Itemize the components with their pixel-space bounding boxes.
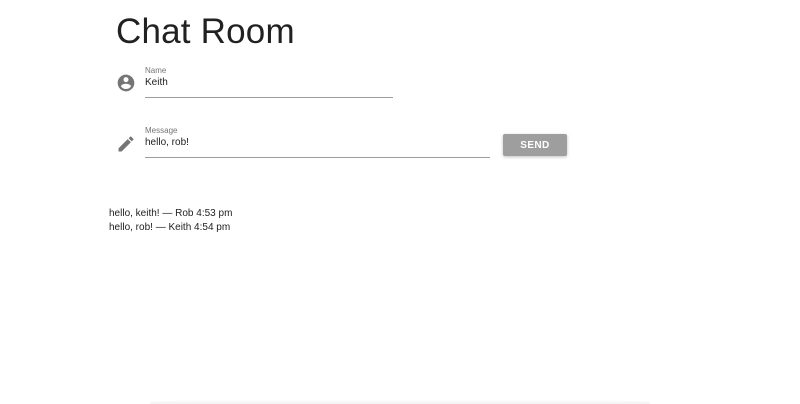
account-circle-icon [116, 73, 136, 93]
message-field: Message [145, 126, 490, 160]
message-item: hello, keith! — Rob 4:53 pm [109, 208, 233, 219]
pencil-icon [116, 134, 136, 154]
message-field-label: Message [145, 126, 178, 135]
name-field-underline [145, 97, 393, 98]
message-field-underline [145, 157, 490, 158]
bottom-edge-shadow [150, 399, 650, 404]
message-item: hello, rob! — Keith 4:54 pm [109, 222, 231, 233]
name-field-label: Name [145, 66, 167, 75]
name-field: Name [145, 66, 393, 100]
message-list: hello, keith! — Rob 4:53 pm hello, rob! … [109, 207, 232, 235]
send-button[interactable]: SEND [503, 134, 567, 156]
page-title: Chat Room [116, 12, 295, 51]
chat-room-page: Chat Room Name Message SEND hello, keith… [0, 0, 800, 404]
name-input[interactable] [145, 75, 393, 91]
message-input[interactable] [145, 135, 490, 151]
